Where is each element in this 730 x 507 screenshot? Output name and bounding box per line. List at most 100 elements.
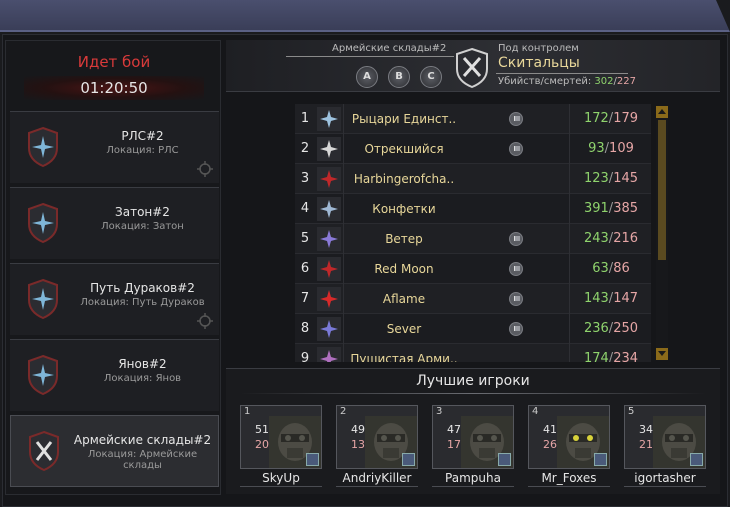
group-name: Aflame [382, 292, 426, 306]
player-card[interactable]: 2 49 13 [336, 405, 418, 469]
location-item[interactable]: РЛС#2 Локация: РЛС [10, 111, 219, 183]
player-card[interactable]: 3 47 17 [432, 405, 514, 469]
group-score: 123/145 [583, 171, 639, 186]
scrollbar[interactable] [656, 106, 668, 360]
location-name: Затон#2 [115, 205, 170, 219]
divider [569, 194, 570, 224]
divider [343, 344, 344, 362]
divider [569, 284, 570, 314]
table-row[interactable]: 8 Sever 236/250 [295, 314, 651, 344]
group-name: Sever [386, 322, 422, 336]
group-score: 143/147 [583, 291, 639, 306]
divider [336, 486, 418, 487]
location-item[interactable]: Путь Дураков#2 Локация: Путь Дураков [10, 263, 219, 335]
group-emblem-icon [317, 137, 341, 161]
group-deaths: 179 [613, 111, 639, 126]
player-card[interactable]: 1 51 20 [240, 405, 322, 469]
scroll-up-button[interactable] [656, 106, 668, 118]
divider [569, 134, 570, 164]
player-rank: 2 [340, 406, 347, 417]
control-label: Под контролем [498, 43, 579, 54]
divider [343, 134, 344, 164]
player-deaths: 17 [447, 438, 461, 451]
group-rank: 8 [300, 321, 310, 336]
player-card[interactable]: 5 34 21 [624, 405, 706, 469]
group-emblem-icon [317, 317, 341, 341]
group-kills: 93 [588, 141, 605, 156]
group-score: 391/385 [583, 201, 639, 216]
player-name[interactable]: igortasher [624, 471, 706, 485]
location-name: РЛС#2 [121, 129, 164, 143]
groups-table: 1 Рыцари Единст.. 172/179 2 Отрекшийся 93… [295, 104, 651, 362]
group-deaths: 145 [613, 171, 639, 186]
divider [569, 314, 570, 344]
player-rank: 5 [628, 406, 635, 417]
group-score: 63/86 [592, 261, 630, 276]
group-rank: 6 [300, 261, 310, 276]
group-deaths: 385 [613, 201, 639, 216]
table-row[interactable]: 9 Пушистая Арми.. 174/234 [295, 344, 651, 362]
player-deaths: 20 [255, 438, 269, 451]
divider [528, 486, 610, 487]
group-rank: 4 [300, 201, 310, 216]
group-kills: 123 [583, 171, 609, 186]
divider [343, 314, 344, 344]
player-kills: 47 [447, 423, 461, 436]
table-row[interactable]: 5 Ветер 243/216 [295, 224, 651, 254]
location-subtitle: Локация: Янов [103, 373, 182, 384]
location-item[interactable]: Затон#2 Локация: Затон [10, 187, 219, 259]
scroll-down-button[interactable] [656, 348, 668, 360]
group-kills: 174 [583, 351, 609, 362]
flag-icon [509, 262, 523, 276]
divider [569, 224, 570, 254]
divider [569, 104, 570, 134]
player-rank: 1 [244, 406, 251, 417]
table-row[interactable]: 7 Aflame 143/147 [295, 284, 651, 314]
group-name: Отрекшийся [364, 142, 444, 156]
rank-insignia-icon [306, 453, 319, 466]
group-emblem-icon [317, 287, 341, 311]
group-kills: 391 [583, 201, 609, 216]
point-c-button[interactable]: C [420, 66, 442, 88]
table-row[interactable]: 3 Harbingerofcha.. 123/145 [295, 164, 651, 194]
player-name[interactable]: Pampuha [432, 471, 514, 485]
scroll-thumb[interactable] [658, 120, 666, 260]
location-name: Янов#2 [118, 357, 167, 371]
table-row[interactable]: 1 Рыцари Единст.. 172/179 [295, 104, 651, 134]
player-card[interactable]: 4 41 26 [528, 405, 610, 469]
crossed-swords-shield-icon [456, 47, 488, 89]
group-rank: 2 [300, 141, 310, 156]
group-emblem-icon [317, 257, 341, 281]
player-deaths: 21 [639, 438, 653, 451]
player-name[interactable]: SkyUp [240, 471, 322, 485]
point-b-button[interactable]: B [388, 66, 410, 88]
group-emblem-icon [317, 107, 341, 131]
group-deaths: 86 [613, 261, 630, 276]
group-name: Рыцари Единст.. [351, 112, 457, 126]
location-item[interactable]: Армейские склады#2 Локация: Армейские ск… [10, 415, 219, 487]
group-rank: 5 [300, 231, 310, 246]
location-header: Армейские склады#2 A B C Под контролем С… [226, 40, 720, 92]
group-kills: 143 [583, 291, 609, 306]
group-score: 243/216 [583, 231, 639, 246]
table-row[interactable]: 6 Red Moon 63/86 [295, 254, 651, 284]
location-item[interactable]: Янов#2 Локация: Янов [10, 339, 219, 411]
star-emblem-icon [28, 278, 58, 320]
player-kills: 41 [543, 423, 557, 436]
top-bar [0, 0, 730, 32]
point-a-button[interactable]: A [356, 66, 378, 88]
group-score: 93/109 [588, 141, 634, 156]
divider [343, 164, 344, 194]
best-players-panel: Лучшие игроки 1 51 20 SkyUp 2 49 13 Andr… [226, 368, 720, 494]
table-row[interactable]: 2 Отрекшийся 93/109 [295, 134, 651, 164]
player-name[interactable]: AndriyKiller [336, 471, 418, 485]
profile-icon [594, 453, 607, 466]
group-kills: 236 [583, 321, 609, 336]
group-score: 174/234 [571, 344, 651, 362]
table-row[interactable]: 4 Конфетки 391/385 [295, 194, 651, 224]
player-rank: 3 [436, 406, 443, 417]
group-kills: 63 [592, 261, 609, 276]
group-kills: 243 [583, 231, 609, 246]
controlling-group: Скитальцы [498, 55, 580, 71]
player-name[interactable]: Mr_Foxes [528, 471, 610, 485]
